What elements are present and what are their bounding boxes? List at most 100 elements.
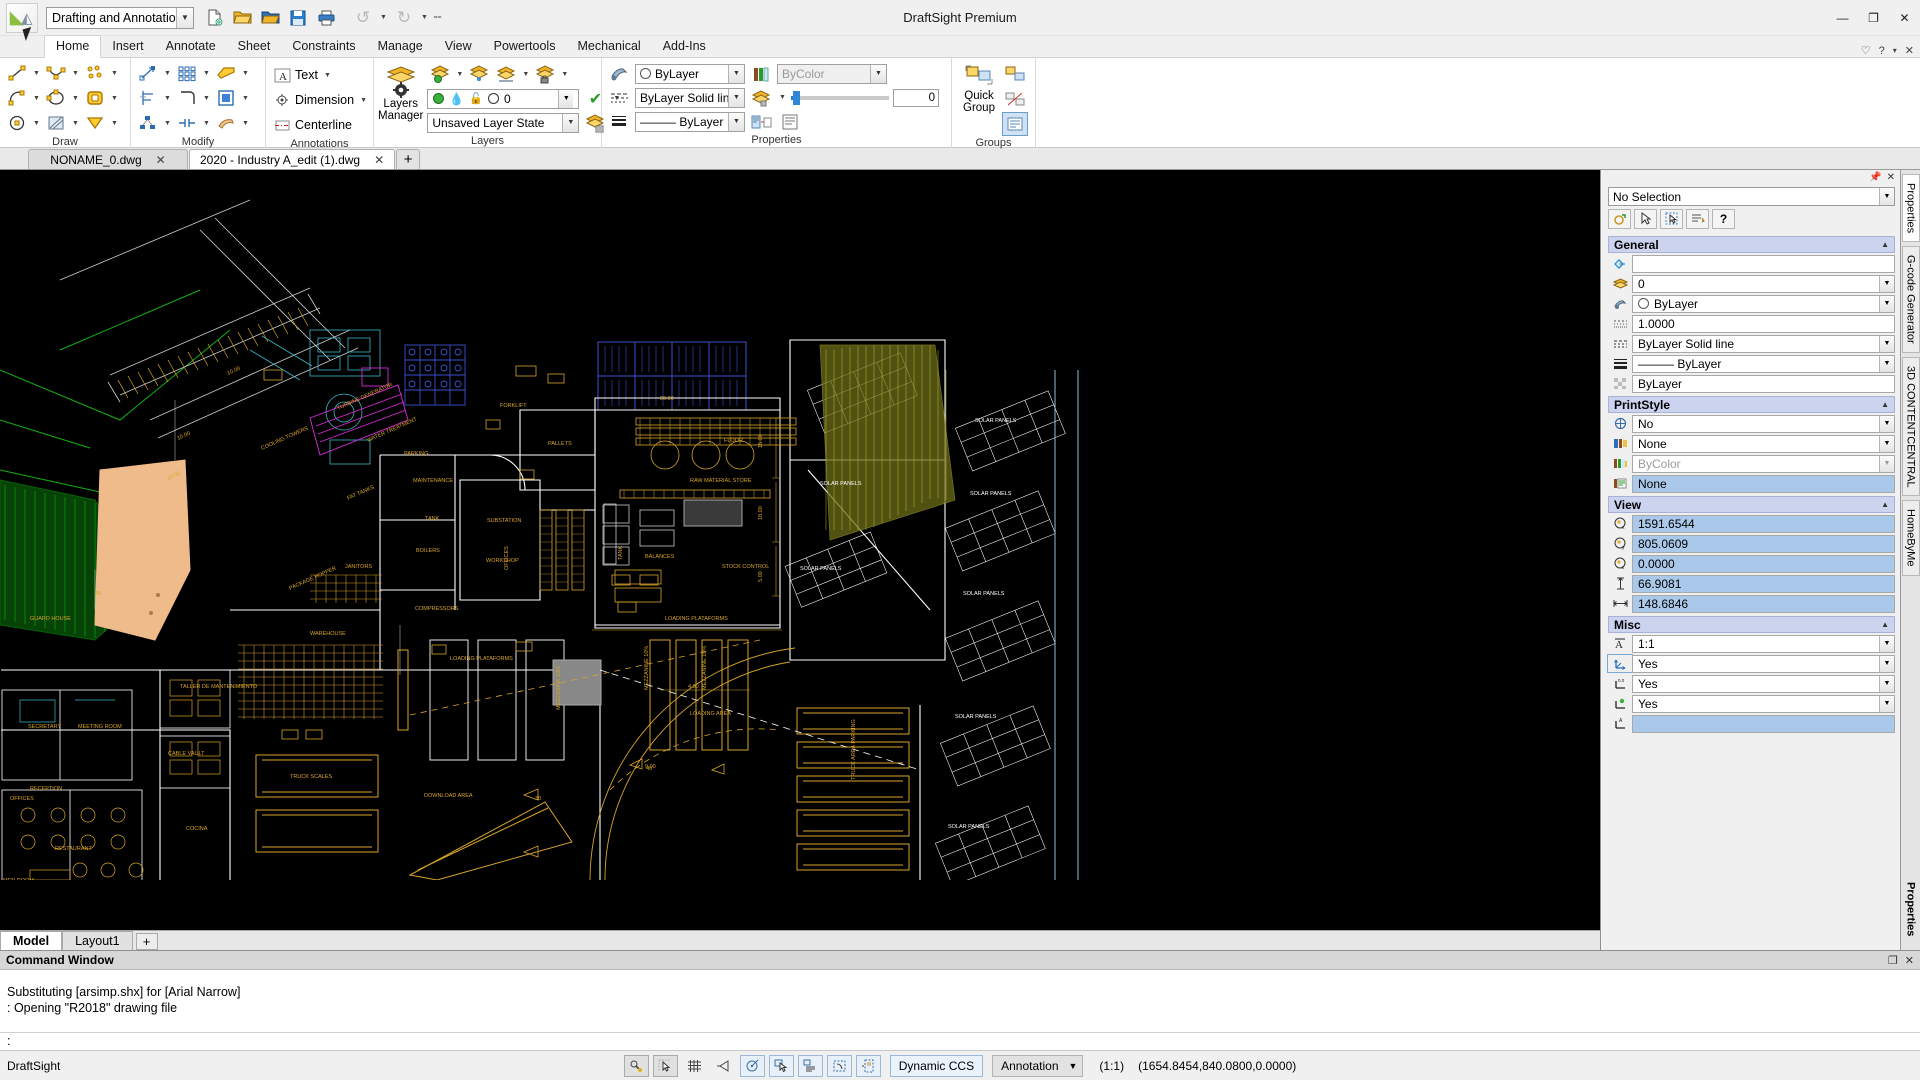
- trim-icon[interactable]: [135, 86, 161, 110]
- chevron-down-icon[interactable]: ▼: [1879, 355, 1894, 372]
- copy-icon[interactable]: [213, 111, 239, 135]
- fillet-dropdown-icon[interactable]: ▼: [201, 86, 212, 110]
- app-logo[interactable]: ◣ ◭: [6, 2, 38, 33]
- rectangular-pattern-icon[interactable]: [174, 61, 200, 85]
- open-file-icon[interactable]: [229, 5, 255, 31]
- circle-dropdown-icon[interactable]: ▼: [31, 111, 42, 135]
- layer-isolate-icon[interactable]: [493, 62, 519, 86]
- solid-fill-icon[interactable]: [82, 111, 108, 135]
- entity-snaps-icon[interactable]: [768, 1054, 794, 1077]
- help-icon[interactable]: ?: [1712, 209, 1735, 229]
- line-icon[interactable]: [4, 61, 30, 85]
- hyperlink-value[interactable]: [1632, 254, 1895, 273]
- explode-icon[interactable]: [135, 111, 161, 135]
- ribbon-tab-mechanical[interactable]: Mechanical: [566, 36, 651, 57]
- explode-dropdown-icon[interactable]: ▼: [162, 111, 173, 135]
- chevron-down-icon[interactable]: ▼: [1879, 675, 1894, 692]
- annotation-scale-dropdown[interactable]: Annotation ▼: [992, 1054, 1084, 1077]
- arc-icon[interactable]: [4, 86, 30, 110]
- polar-guides-icon[interactable]: [739, 1054, 765, 1077]
- transparency-value[interactable]: ByLayer: [1632, 374, 1895, 393]
- printstyle-table-value[interactable]: None ▼: [1632, 434, 1895, 453]
- cad-drawing-canvas[interactable]: 20.00 15.00 18.00 5.00 4.00 9.00 LOADING…: [0, 170, 1600, 950]
- layer-color-icon[interactable]: [488, 93, 500, 104]
- color-combo[interactable]: ByLayer ▼: [635, 63, 745, 84]
- new-layer-dropdown-icon[interactable]: ▼: [454, 62, 465, 86]
- lineweight-combo[interactable]: ——— ByLayer ▼: [635, 111, 745, 132]
- linestyle-value[interactable]: ByLayer Solid line ▼: [1632, 334, 1895, 353]
- layer-lock-dropdown-icon[interactable]: ▼: [559, 62, 570, 86]
- hatch-dropdown-icon[interactable]: ▼: [70, 111, 81, 135]
- polygon-dropdown-icon[interactable]: ▼: [109, 86, 120, 110]
- ribbon-tab-view[interactable]: View: [434, 36, 483, 57]
- model-tab[interactable]: Model: [0, 931, 63, 950]
- ribbon-tab-addins[interactable]: Add-Ins: [652, 36, 717, 57]
- spline-icon[interactable]: [43, 61, 69, 85]
- layer-lock-icon[interactable]: [532, 62, 558, 86]
- document-tab-industry[interactable]: 2020 - Industry A_edit (1).dwg ✕: [189, 149, 396, 169]
- dynamic-input-icon[interactable]: [855, 1054, 881, 1077]
- heart-icon[interactable]: ♡: [1861, 44, 1871, 57]
- print-toggle-value[interactable]: No ▼: [1632, 414, 1895, 433]
- list-properties-icon[interactable]: [1686, 209, 1709, 229]
- chevron-down-icon[interactable]: ▼: [1879, 655, 1894, 672]
- ribbon-tab-sheet[interactable]: Sheet: [227, 36, 282, 57]
- ortho-icon[interactable]: [711, 1055, 736, 1077]
- document-tab-noname[interactable]: NONAME_0.dwg ✕: [28, 149, 188, 169]
- dynamic-ccs-button[interactable]: Dynamic CCS: [889, 1054, 984, 1077]
- copy-dropdown-icon[interactable]: ▼: [240, 111, 251, 135]
- close-icon[interactable]: ✕: [156, 153, 166, 167]
- chevron-down-icon[interactable]: ▼: [1879, 295, 1894, 312]
- center-y-value[interactable]: 805.0609: [1632, 534, 1895, 553]
- view-width-value[interactable]: 148.6846: [1632, 594, 1895, 613]
- command-input[interactable]: :: [0, 1032, 1920, 1050]
- text-button[interactable]: A Text ▼: [270, 63, 373, 87]
- layer-freeze-drop-icon[interactable]: 💧: [449, 92, 464, 106]
- layout1-tab[interactable]: Layout1: [62, 931, 133, 950]
- section-header-general[interactable]: General ▲: [1608, 236, 1895, 253]
- new-file-icon[interactable]: [201, 5, 227, 31]
- chevron-up-icon[interactable]: ▲: [1881, 400, 1889, 409]
- ccs-display-value[interactable]: Yes ▼: [1632, 694, 1895, 713]
- grid-icon[interactable]: [682, 1055, 707, 1077]
- transparency-value[interactable]: 0: [893, 88, 939, 107]
- open-folder-icon[interactable]: [257, 5, 283, 31]
- ungroup-icon[interactable]: [1002, 87, 1028, 111]
- circle-icon[interactable]: [4, 111, 30, 135]
- close-icon[interactable]: ✕: [1905, 954, 1914, 967]
- ellipse-dropdown-icon[interactable]: ▼: [70, 86, 81, 110]
- layer-freeze-icon[interactable]: [466, 62, 492, 86]
- ribbon-tab-constraints[interactable]: Constraints: [281, 36, 366, 57]
- line-dropdown-icon[interactable]: ▼: [31, 61, 42, 85]
- ccs-icon-toggle-value[interactable]: Yes ▼: [1632, 654, 1895, 673]
- pattern-dropdown-icon[interactable]: ▼: [201, 61, 212, 85]
- dimension-dropdown-icon[interactable]: ▼: [358, 88, 369, 112]
- ribbon-close-icon[interactable]: ✕: [1905, 44, 1914, 57]
- transparency-slider[interactable]: [791, 90, 889, 105]
- lineweight-value[interactable]: ——— ByLayer ▼: [1632, 354, 1895, 373]
- help-icon[interactable]: ?: [1879, 45, 1885, 57]
- move-dropdown-icon[interactable]: ▼: [162, 61, 173, 85]
- printstyle-name-value[interactable]: ByColor ▼: [1632, 454, 1895, 473]
- offset-icon[interactable]: [213, 86, 239, 110]
- quick-group-button[interactable]: Quick Group: [956, 61, 1002, 114]
- chevron-down-icon[interactable]: ▼: [1879, 415, 1894, 432]
- fillet-icon[interactable]: [174, 86, 200, 110]
- chevron-down-icon[interactable]: ▼: [728, 88, 744, 107]
- chevron-down-icon[interactable]: ▼: [1879, 335, 1894, 352]
- active-layer-dropdown-icon[interactable]: ▼: [558, 89, 574, 108]
- side-tab-gcode-generator[interactable]: G-code Generator: [1901, 246, 1920, 353]
- hatch-icon[interactable]: [43, 111, 69, 135]
- center-x-value[interactable]: 1591.6544: [1632, 514, 1895, 533]
- quick-select-icon[interactable]: [1660, 209, 1683, 229]
- chamfer-icon[interactable]: [213, 61, 239, 85]
- chevron-up-icon[interactable]: ▲: [1881, 240, 1889, 249]
- undo-icon[interactable]: ↺: [350, 5, 376, 31]
- chevron-down-icon[interactable]: ▼: [1879, 188, 1894, 205]
- undo-dropdown-icon[interactable]: ▼: [378, 6, 389, 30]
- ribbon-tab-manage[interactable]: Manage: [367, 36, 434, 57]
- chevron-up-icon[interactable]: ▲: [1881, 620, 1889, 629]
- group-manager-icon[interactable]: [1002, 62, 1028, 86]
- point-dropdown-icon[interactable]: ▼: [109, 61, 120, 85]
- side-tab-3d-contentcentral[interactable]: 3D CONTENTCENTRAL: [1901, 356, 1920, 497]
